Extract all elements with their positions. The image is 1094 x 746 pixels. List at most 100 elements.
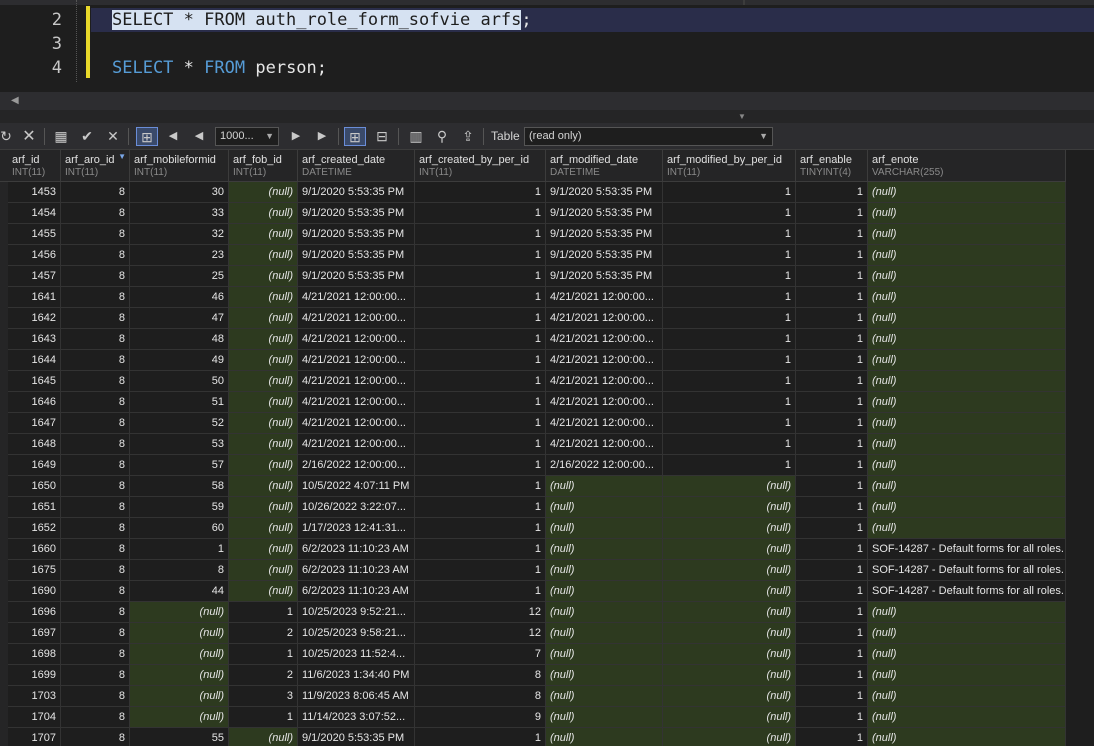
cell-arf-created-by-per-id[interactable]: 1	[415, 203, 546, 224]
cell-arf-enote[interactable]: (null)	[868, 518, 1066, 539]
table-row[interactable]: 1660 8 1 (null) 6/2/2023 11:10:23 AM 1 (null)(…	[0, 539, 1066, 560]
cell-arf-modified-date[interactable]: (null)	[546, 602, 663, 623]
cell-arf-created-by-per-id[interactable]: 1	[415, 728, 546, 746]
cell-arf-enote[interactable]: (null)	[868, 497, 1066, 518]
cell-arf-fob-id[interactable]: (null)	[229, 455, 298, 476]
table-row[interactable]: 1648 8 53 (null) 4/21/2021 12:00:00... 1 4/21/…	[0, 434, 1066, 455]
cell-arf-modified-by-per-id[interactable]: (null)	[663, 476, 796, 497]
table-row[interactable]: 1645 8 50 (null) 4/21/2021 12:00:00... 1 4/21/…	[0, 371, 1066, 392]
cell-arf-created-date[interactable]: 9/1/2020 5:53:35 PM	[298, 728, 415, 746]
cell-arf-aro-id[interactable]: 8	[61, 455, 130, 476]
cell-arf-enable[interactable]: 1	[796, 665, 868, 686]
table-row[interactable]: 1697 8 (null) 2 10/25/2023 9:58:21... 12 (null…	[0, 623, 1066, 644]
cell-arf-enable[interactable]: 1	[796, 245, 868, 266]
find-icon[interactable]: ⚲	[432, 127, 452, 146]
cell-arf-fob-id[interactable]: (null)	[229, 560, 298, 581]
cell-arf-aro-id[interactable]: 8	[61, 518, 130, 539]
cell-arf-id[interactable]: 1703	[8, 686, 61, 707]
cell-arf-mobileformid[interactable]: (null)	[130, 686, 229, 707]
table-row[interactable]: 1696 8 (null) 1 10/25/2023 9:52:21... 12 (null…	[0, 602, 1066, 623]
cell-arf-mobileformid[interactable]: 59	[130, 497, 229, 518]
cell-arf-created-by-per-id[interactable]: 8	[415, 665, 546, 686]
cell-arf-aro-id[interactable]: 8	[61, 644, 130, 665]
prev-page-icon[interactable]: ◀	[192, 127, 206, 146]
cell-arf-modified-by-per-id[interactable]: (null)	[663, 623, 796, 644]
cell-arf-enote[interactable]: (null)	[868, 707, 1066, 728]
export-icon[interactable]: ⇪	[458, 127, 478, 146]
cell-arf-id[interactable]: 1650	[8, 476, 61, 497]
editor-line[interactable]: 3	[0, 32, 1094, 56]
cell-arf-enote[interactable]: (null)	[868, 686, 1066, 707]
cell-arf-enote[interactable]: (null)	[868, 476, 1066, 497]
cell-arf-mobileformid[interactable]: (null)	[130, 665, 229, 686]
cell-arf-created-date[interactable]: 9/1/2020 5:53:35 PM	[298, 182, 415, 203]
table-row[interactable]: 1646 8 51 (null) 4/21/2021 12:00:00... 1 4/21/…	[0, 392, 1066, 413]
cell-arf-created-by-per-id[interactable]: 1	[415, 581, 546, 602]
cell-arf-mobileformid[interactable]: 44	[130, 581, 229, 602]
cell-arf-aro-id[interactable]: 8	[61, 350, 130, 371]
cell-arf-enote[interactable]: (null)	[868, 665, 1066, 686]
cell-arf-id[interactable]: 1646	[8, 392, 61, 413]
cell-arf-aro-id[interactable]: 8	[61, 665, 130, 686]
cell-arf-created-by-per-id[interactable]: 7	[415, 644, 546, 665]
cell-arf-created-by-per-id[interactable]: 1	[415, 518, 546, 539]
cell-arf-created-date[interactable]: 10/26/2022 3:22:07...	[298, 497, 415, 518]
grid-select-icon[interactable]: ⊞	[136, 127, 158, 146]
commit-check-icon[interactable]: ✔	[78, 127, 96, 146]
cell-arf-created-by-per-id[interactable]: 1	[415, 224, 546, 245]
cell-arf-modified-by-per-id[interactable]: (null)	[663, 581, 796, 602]
cell-arf-modified-by-per-id[interactable]: 1	[663, 434, 796, 455]
cell-arf-enable[interactable]: 1	[796, 182, 868, 203]
code-text[interactable]: SELECT * FROM person;	[112, 56, 327, 80]
cell-arf-mobileformid[interactable]: 48	[130, 329, 229, 350]
cell-arf-aro-id[interactable]: 8	[61, 329, 130, 350]
cell-arf-enote[interactable]: (null)	[868, 728, 1066, 746]
cell-arf-mobileformid[interactable]: 53	[130, 434, 229, 455]
cell-arf-aro-id[interactable]: 8	[61, 266, 130, 287]
cell-arf-modified-date[interactable]: 4/21/2021 12:00:00...	[546, 371, 663, 392]
table-row[interactable]: 1641 8 46 (null) 4/21/2021 12:00:00... 1 4/21/…	[0, 287, 1066, 308]
cell-arf-modified-by-per-id[interactable]: 1	[663, 371, 796, 392]
cell-arf-fob-id[interactable]: (null)	[229, 392, 298, 413]
column-header-arf-created-by-per-id[interactable]: arf_created_by_per_id INT(11)	[415, 150, 546, 182]
column-header-arf-mobileformid[interactable]: arf_mobileformid INT(11)	[130, 150, 229, 182]
cell-arf-enable[interactable]: 1	[796, 350, 868, 371]
cell-arf-fob-id[interactable]: (null)	[229, 266, 298, 287]
cell-arf-modified-date[interactable]: 2/16/2022 12:00:00...	[546, 455, 663, 476]
cell-arf-created-by-per-id[interactable]: 1	[415, 182, 546, 203]
cell-arf-enable[interactable]: 1	[796, 308, 868, 329]
cell-arf-modified-by-per-id[interactable]: (null)	[663, 644, 796, 665]
cell-arf-fob-id[interactable]: (null)	[229, 182, 298, 203]
cell-arf-id[interactable]: 1697	[8, 623, 61, 644]
cell-arf-fob-id[interactable]: 2	[229, 623, 298, 644]
cell-arf-created-by-per-id[interactable]: 1	[415, 497, 546, 518]
cell-arf-modified-by-per-id[interactable]: 1	[663, 308, 796, 329]
cell-arf-modified-by-per-id[interactable]: (null)	[663, 665, 796, 686]
cell-arf-modified-by-per-id[interactable]: 1	[663, 455, 796, 476]
cell-arf-fob-id[interactable]: (null)	[229, 308, 298, 329]
cell-arf-mobileformid[interactable]: (null)	[130, 623, 229, 644]
cell-arf-modified-date[interactable]: 4/21/2021 12:00:00...	[546, 308, 663, 329]
cell-arf-enable[interactable]: 1	[796, 686, 868, 707]
cell-arf-aro-id[interactable]: 8	[61, 623, 130, 644]
cell-arf-modified-date[interactable]: 4/21/2021 12:00:00...	[546, 413, 663, 434]
cell-arf-created-by-per-id[interactable]: 1	[415, 266, 546, 287]
cell-arf-mobileformid[interactable]: 23	[130, 245, 229, 266]
cell-arf-fob-id[interactable]: (null)	[229, 245, 298, 266]
cell-arf-modified-by-per-id[interactable]: (null)	[663, 518, 796, 539]
cell-arf-created-date[interactable]: 11/14/2023 3:07:52...	[298, 707, 415, 728]
scroll-left-icon[interactable]: ◀	[11, 95, 19, 106]
cell-arf-mobileformid[interactable]: 60	[130, 518, 229, 539]
next-page-icon[interactable]: ▶	[289, 127, 303, 146]
cell-arf-fob-id[interactable]: (null)	[229, 287, 298, 308]
cell-arf-id[interactable]: 1707	[8, 728, 61, 746]
cell-arf-aro-id[interactable]: 8	[61, 434, 130, 455]
cell-arf-enote[interactable]: (null)	[868, 245, 1066, 266]
cell-arf-aro-id[interactable]: 8	[61, 686, 130, 707]
cell-arf-modified-by-per-id[interactable]: 1	[663, 329, 796, 350]
cell-arf-created-date[interactable]: 4/21/2021 12:00:00...	[298, 392, 415, 413]
cell-arf-modified-by-per-id[interactable]: (null)	[663, 707, 796, 728]
table-row[interactable]: 1455 8 32 (null) 9/1/2020 5:53:35 PM 1 9/1/202…	[0, 224, 1066, 245]
cell-arf-enote[interactable]: (null)	[868, 371, 1066, 392]
cell-arf-fob-id[interactable]: (null)	[229, 518, 298, 539]
